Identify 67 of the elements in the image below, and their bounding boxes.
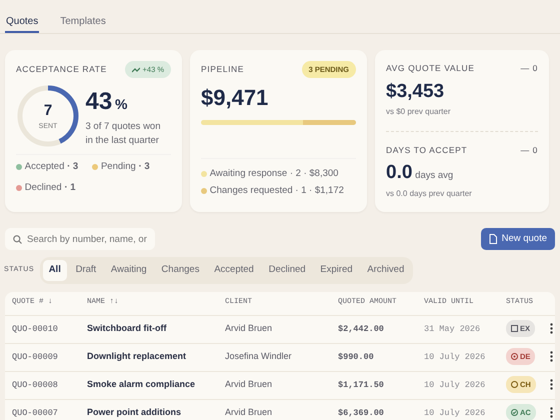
quoted-amount: $990.00 xyxy=(338,350,375,364)
filter-option[interactable]: Accepted xyxy=(208,260,260,280)
quote-name: Power point additions xyxy=(87,406,182,420)
quote-number: QUO-00010 xyxy=(12,322,59,336)
kebab-icon xyxy=(550,407,552,418)
stat-caption: vs 0.0 days prev quarter xyxy=(386,188,473,200)
search-field[interactable]: Search by number, name, or xyxy=(5,228,155,250)
filter-option[interactable]: Changes xyxy=(155,260,206,280)
new-quote-button[interactable]: New quote xyxy=(480,228,555,250)
legend-label: Accepted xyxy=(24,160,64,174)
quote-number: QUO-00008 xyxy=(12,378,59,392)
card-title: PIPELINE xyxy=(201,63,244,76)
quoted-amount: $2,442.00 xyxy=(338,322,385,336)
filter-option[interactable]: Archived xyxy=(361,260,410,280)
stat-value: 0.0 xyxy=(386,161,412,186)
kebab-icon xyxy=(550,323,552,334)
search-icon xyxy=(13,235,22,244)
quote-number: QUO-00009 xyxy=(12,350,59,364)
stat-delta: — 0 xyxy=(520,62,538,75)
client-name: Arvid Bruen xyxy=(225,322,274,336)
quoted-amount: $1,171.50 xyxy=(338,378,385,392)
stat-title: DAYS TO ACCEPT xyxy=(386,144,468,156)
filter-option[interactable]: All xyxy=(42,260,67,280)
segment-label: Changes requested · 1 · $1,172 xyxy=(210,184,344,198)
document-icon xyxy=(488,234,497,244)
filter-option[interactable]: Declined xyxy=(262,260,312,280)
client-name: Josefina Windler xyxy=(225,350,293,364)
quoted-amount: $6,369.00 xyxy=(338,406,385,420)
kebab-icon xyxy=(550,351,552,362)
stat-unit: days avg xyxy=(415,169,454,184)
quote-name: Switchboard fit-off xyxy=(87,322,168,336)
tab[interactable]: Templates xyxy=(59,14,107,33)
circle-icon xyxy=(511,353,518,360)
box-icon xyxy=(511,325,518,332)
valid-date: 10 July 2026 xyxy=(424,378,486,392)
valid-date: 10 July 2026 xyxy=(424,406,486,420)
legend-count: · 3 xyxy=(138,160,150,174)
legend-label: Pending xyxy=(100,160,136,174)
card-title: ACCEPTANCE RATE xyxy=(16,63,107,76)
legend-count: · 1 xyxy=(64,180,76,194)
client-name: Arvid Bruen xyxy=(225,378,274,392)
quote-name: Downlight replacement xyxy=(87,350,188,364)
stat-delta: — 0 xyxy=(520,144,538,156)
trend-icon xyxy=(132,66,140,73)
filter-option[interactable]: Draft xyxy=(70,260,102,280)
stat-caption: vs $0 prev quarter xyxy=(386,106,452,118)
valid-date: 31 May 2026 xyxy=(424,322,482,336)
segment-label: Awaiting response · 2 · $8,300 xyxy=(210,167,338,181)
client-name: Arvid Bruen xyxy=(225,406,274,420)
kebab-icon xyxy=(550,379,552,390)
rate-value: 43 xyxy=(86,86,112,117)
legend-count: · 3 xyxy=(67,160,78,174)
valid-date: 10 July 2026 xyxy=(424,350,486,364)
stat-value: $3,453 xyxy=(386,80,444,104)
filter-option[interactable]: Expired xyxy=(314,260,359,280)
sent-count: 7 xyxy=(44,100,52,120)
check-icon xyxy=(511,409,518,416)
rate-unit: % xyxy=(114,94,128,114)
circle-icon xyxy=(511,381,518,388)
pipeline-amount: $9,471 xyxy=(201,84,270,112)
rate-caption: 3 of 7 quotes won in the last quarter xyxy=(86,120,162,148)
quote-number: QUO-00007 xyxy=(12,406,59,420)
stat-title: AVG QUOTE VALUE xyxy=(386,62,475,75)
tab[interactable]: Quotes xyxy=(5,14,40,33)
quote-name: Smoke alarm compliance xyxy=(87,378,196,392)
filter-option[interactable]: Awaiting xyxy=(104,260,153,280)
legend-label: Declined xyxy=(24,180,62,194)
